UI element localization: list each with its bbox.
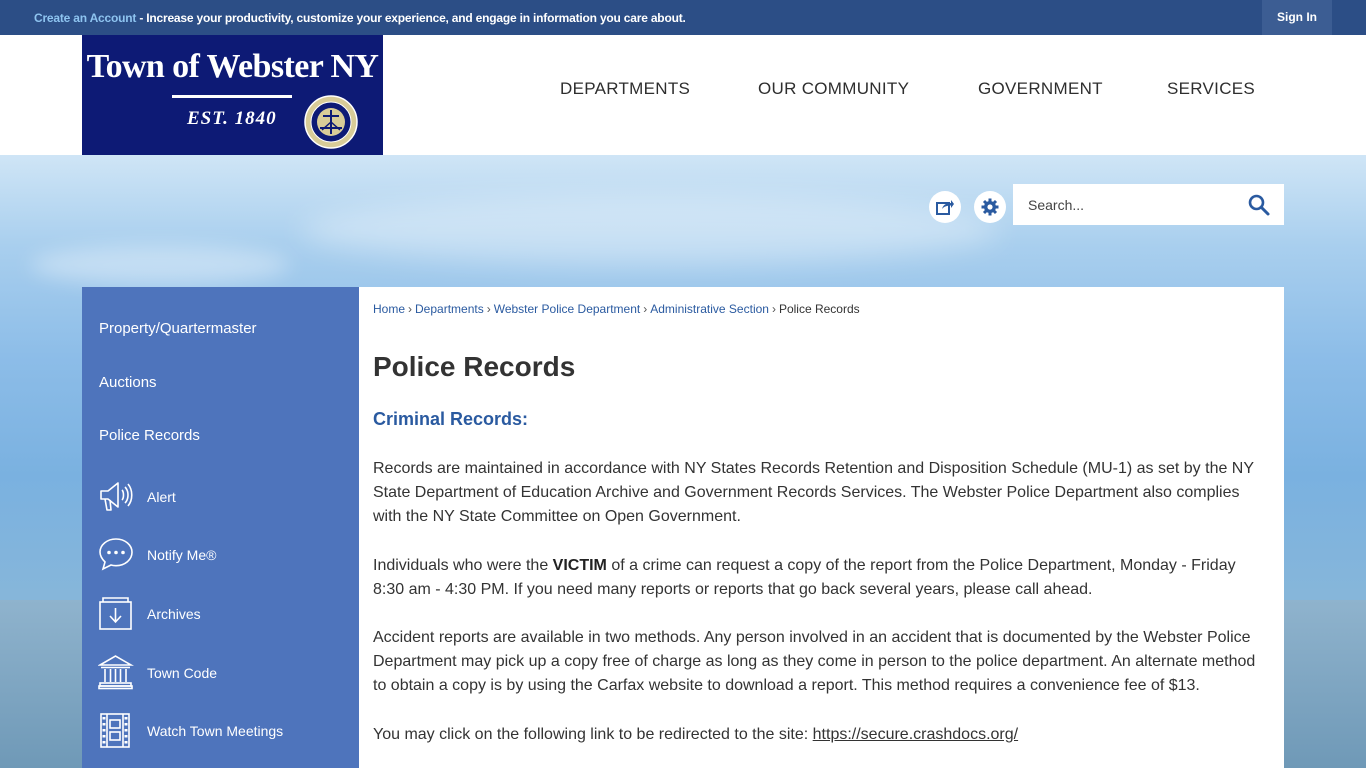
cloud: [30, 245, 290, 285]
share-button[interactable]: [929, 191, 961, 223]
victim-emphasis: VICTIM: [552, 557, 607, 574]
chat-bubble-icon: [99, 538, 133, 571]
sidebar-item-property-quartermaster[interactable]: Property/Quartermaster: [99, 320, 257, 337]
promo-message: - Increase your productivity, customize …: [136, 11, 686, 25]
breadcrumb-separator: ›: [486, 302, 491, 316]
records-retention-paragraph: Records are maintained in accordance wit…: [373, 460, 1254, 525]
breadcrumb-separator: ›: [771, 302, 776, 316]
quick-link-archives[interactable]: Archives: [98, 595, 348, 635]
quick-link-label: Alert: [147, 489, 176, 505]
cloud: [300, 195, 1000, 265]
breadcrumb-home[interactable]: Home: [373, 302, 405, 316]
create-account-link[interactable]: Create an Account: [34, 11, 136, 25]
government-building-icon: [98, 655, 134, 690]
breadcrumb-departments[interactable]: Departments: [415, 302, 484, 316]
top-utility-bar: Create an Account - Increase your produc…: [0, 0, 1366, 35]
quick-link-alert[interactable]: Alert: [98, 478, 348, 518]
section-heading: Criminal Records:: [373, 409, 529, 429]
account-promo: Create an Account - Increase your produc…: [34, 11, 686, 25]
crashdocs-link-paragraph: You may click on the following link to b…: [373, 723, 1268, 747]
paragraph-text: You may click on the following link to b…: [373, 726, 813, 743]
share-icon: [936, 200, 954, 215]
sidebar-item-police-records[interactable]: Police Records: [99, 427, 200, 444]
site-logo[interactable]: Town of Webster NY EST. 1840: [82, 35, 383, 155]
quick-link-town-code[interactable]: Town Code: [98, 654, 348, 694]
breadcrumb-separator: ›: [643, 302, 648, 316]
breadcrumb-separator: ›: [408, 302, 413, 316]
search-box: [1013, 184, 1284, 225]
gear-icon: [981, 198, 999, 216]
archive-box-icon: [99, 597, 132, 630]
sidebar: Property/Quartermaster Auctions Police R…: [82, 287, 359, 768]
accident-reports-paragraph: Accident reports are available in two me…: [373, 629, 1256, 694]
page-title: Police Records: [373, 351, 576, 382]
breadcrumb: Home › Departments › Webster Police Departme…: [373, 302, 860, 316]
breadcrumb-current: Police Records: [778, 302, 860, 316]
nav-government[interactable]: GOVERNMENT: [978, 79, 1103, 99]
nav-departments[interactable]: DEPARTMENTS: [560, 79, 690, 99]
logo-title: Town of Webster NY: [86, 48, 379, 85]
logo-divider: [172, 95, 292, 98]
logo-established: EST. 1840: [187, 108, 277, 129]
quick-link-watch-town-meetings[interactable]: Watch Town Meetings: [98, 712, 348, 752]
crashdocs-link[interactable]: https://secure.crashdocs.org/: [813, 726, 1018, 743]
quick-link-label: Town Code: [147, 665, 218, 681]
quick-link-label: Watch Town Meetings: [147, 723, 284, 739]
victim-request-paragraph: Individuals who were the VICTIM of a cri…: [373, 554, 1268, 602]
town-seal-icon: [304, 95, 358, 149]
breadcrumb-webster-police-department[interactable]: Webster Police Department: [494, 302, 641, 316]
settings-button[interactable]: [974, 191, 1006, 223]
megaphone-icon: [100, 482, 133, 511]
sign-in-button[interactable]: Sign In: [1262, 0, 1332, 35]
search-input[interactable]: [1013, 184, 1238, 225]
sidebar-item-auctions[interactable]: Auctions: [99, 374, 157, 391]
paragraph-text: Individuals who were the: [373, 557, 553, 574]
main-content: Home › Departments › Webster Police Departme…: [359, 287, 1284, 768]
quick-link-label: Notify Me®: [147, 547, 217, 563]
breadcrumb-administrative-section[interactable]: Administrative Section: [650, 302, 769, 316]
nav-services[interactable]: SERVICES: [1167, 79, 1255, 99]
quick-link-notify-me[interactable]: Notify Me®: [98, 536, 348, 576]
search-icon[interactable]: [1247, 193, 1271, 217]
quick-link-label: Archives: [147, 606, 201, 622]
film-strip-icon: [100, 713, 130, 748]
nav-our-community[interactable]: OUR COMMUNITY: [758, 79, 909, 99]
